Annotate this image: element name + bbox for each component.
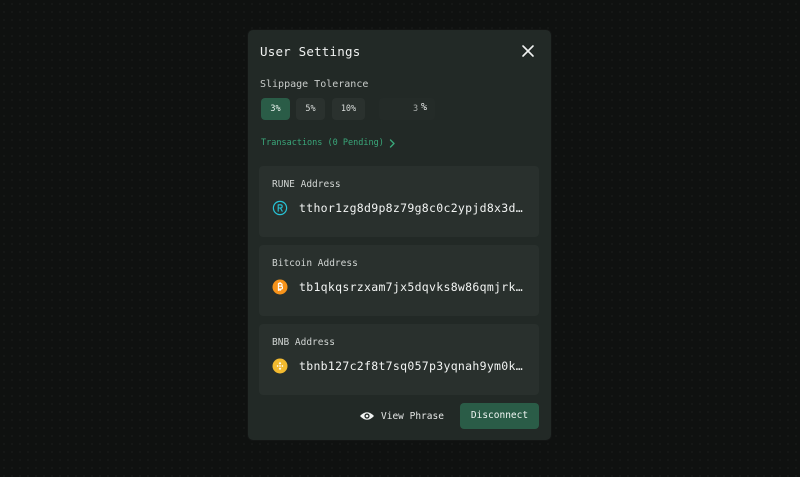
rune-address-label: RUNE Address <box>272 179 341 190</box>
modal-title: User Settings <box>260 44 361 59</box>
slippage-custom-value: 3 <box>413 104 419 114</box>
bnb-icon <box>272 358 288 374</box>
eye-icon <box>360 412 374 420</box>
view-phrase-button[interactable]: View Phrase <box>359 408 444 424</box>
bnb-address-value[interactable]: tbnb127c2f8t7sq057p3yqnah9ym0k… <box>299 359 523 373</box>
slippage-label: Slippage Tolerance <box>260 79 369 90</box>
rune-address-value[interactable]: tthor1zg8d9p8z79g8c0c2ypjd8x3d… <box>299 201 523 215</box>
transactions-link[interactable]: Transactions (0 Pending) <box>261 138 396 148</box>
slippage-option-3[interactable]: 3% <box>261 98 290 120</box>
rune-address-card: RUNE Address tthor1zg8d9p8z79g8c0c2ypjd8… <box>259 166 539 237</box>
bnb-address-label: BNB Address <box>272 337 335 348</box>
user-settings-modal: User Settings Slippage Tolerance 3% 5% 1… <box>248 30 551 440</box>
bnb-address-card: BNB Address tbnb127c2f8t7sq057p3yqnah9ym… <box>259 324 539 395</box>
bitcoin-address-label: Bitcoin Address <box>272 258 358 269</box>
slippage-option-5[interactable]: 5% <box>296 98 325 120</box>
view-phrase-label: View Phrase <box>381 410 444 422</box>
slippage-custom-input[interactable]: 3 % <box>379 98 435 120</box>
disconnect-button[interactable]: Disconnect <box>460 403 539 429</box>
bitcoin-address-value[interactable]: tb1qkqsrzxam7jx5dqvks8w86qmjrk… <box>299 280 523 294</box>
transactions-link-label: Transactions (0 Pending) <box>261 138 384 148</box>
bitcoin-address-card: Bitcoin Address tb1qkqsrzxam7jx5dqvks8w8… <box>259 245 539 316</box>
bitcoin-icon <box>272 279 288 295</box>
slippage-option-10[interactable]: 10% <box>332 98 365 120</box>
rune-icon <box>272 200 288 216</box>
slippage-custom-suffix: % <box>421 102 428 113</box>
close-icon[interactable] <box>520 43 536 59</box>
chevron-right-icon <box>389 138 395 148</box>
